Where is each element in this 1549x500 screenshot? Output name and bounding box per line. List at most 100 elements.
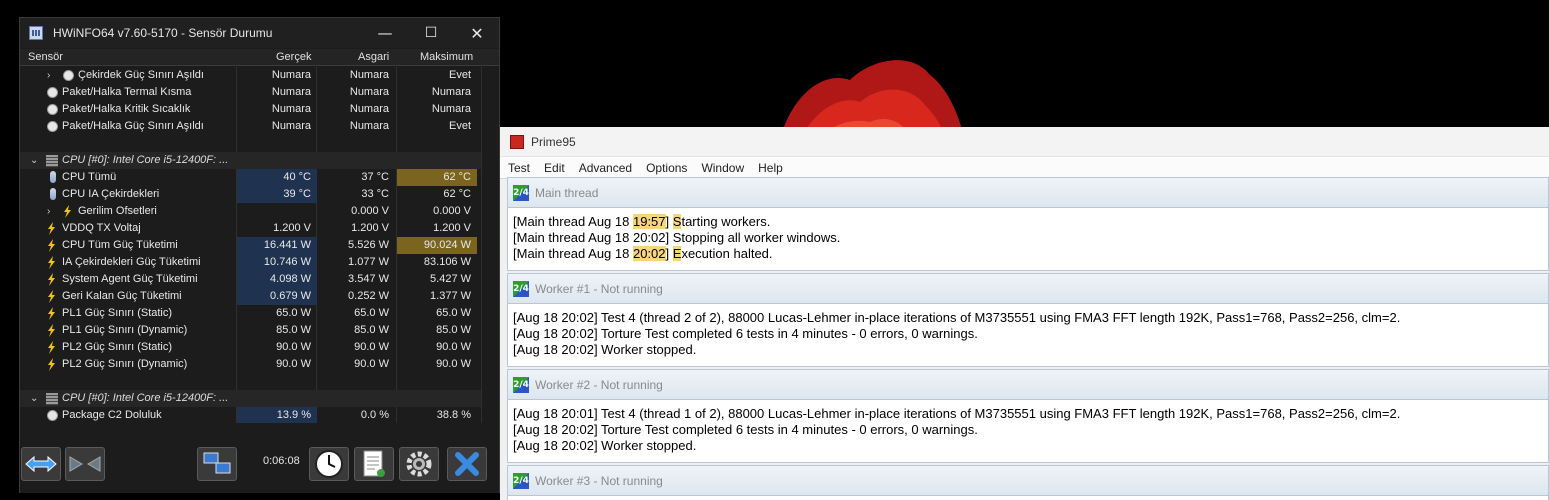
maximize-button[interactable]: ☐ — [409, 18, 453, 48]
bolt-icon — [47, 307, 56, 320]
sensor-row[interactable]: CPU Tümü 40 °C 37 °C 62 °C — [20, 169, 481, 186]
thread-window[interactable]: 2/4 Worker #2 - Not running [Aug 18 20:01]… — [507, 369, 1549, 463]
thread-icon: 2/4 — [513, 472, 529, 489]
hwinfo-titlebar[interactable]: HWiNFO64 v7.60-5170 - Sensör Durumu — ☐ … — [20, 18, 499, 48]
sensor-row[interactable]: Package C2 Doluluk 13.9 % 0.0 % 38.8 % — [20, 407, 481, 423]
report-document-icon — [363, 450, 385, 477]
menu-window[interactable]: Window — [701, 161, 744, 175]
expand-chevron-icon[interactable]: › — [47, 203, 50, 220]
collapse-arrows-button[interactable] — [65, 447, 105, 481]
column-min[interactable]: Asgari — [358, 51, 389, 63]
log-output[interactable]: [Aug 18 20:02] Test 4 (thread 1 of 2), 8… — [508, 304, 1548, 358]
sensor-row[interactable]: Paket/Halka Kritik Sıcaklık Numara Numara N… — [20, 101, 481, 118]
sensor-name: PL2 Güç Sınırı (Static) — [62, 341, 173, 353]
menu-help[interactable]: Help — [758, 161, 783, 175]
thread-window-header[interactable]: 2/4 Worker #2 - Not running — [508, 370, 1548, 400]
collapse-arrows-icon — [69, 456, 101, 472]
sensor-row[interactable]: System Agent Güç Tüketimi 4.098 W 3.547 W 5… — [20, 271, 481, 288]
sensor-min-value: 3.547 W — [348, 273, 389, 285]
expand-chevron-icon[interactable]: › — [47, 67, 50, 84]
column-current[interactable]: Gerçek — [276, 51, 311, 63]
sensor-row[interactable]: CPU Tüm Güç Tüketimi 16.441 W 5.526 W 90.02… — [20, 237, 481, 254]
log-output[interactable]: [Aug 18 20:01] Test 4 (thread 1 of 2), 8… — [508, 400, 1548, 454]
sensor-row[interactable]: › Çekirdek Güç Sınırı Aşıldı Numara Numara E… — [20, 67, 481, 84]
sensor-name: Package C2 Doluluk — [62, 409, 162, 421]
sensor-row[interactable]: CPU IA Çekirdekleri 39 °C 33 °C 62 °C — [20, 186, 481, 203]
sensor-max-value: 90.024 W — [397, 237, 477, 254]
circle-icon — [47, 104, 58, 115]
sensor-row[interactable]: Geri Kalan Güç Tüketimi 0.679 W 0.252 W 1.3… — [20, 288, 481, 305]
close-button[interactable]: ✕ — [455, 18, 499, 48]
sensor-name: Paket/Halka Kritik Sıcaklık — [62, 103, 191, 115]
sensor-row[interactable]: PL2 Güç Sınırı (Dynamic) 90.0 W 90.0 W 90.0… — [20, 356, 481, 373]
minimize-button[interactable]: — — [363, 18, 407, 48]
sensor-group-row[interactable]: ⌄ CPU [#0]: Intel Core i5-12400F: ... — [20, 390, 481, 407]
settings-button[interactable] — [399, 447, 439, 481]
sensor-name: Paket/Halka Termal Kısma — [62, 86, 192, 98]
gear-icon — [406, 451, 432, 477]
hwinfo-app-icon — [29, 26, 43, 40]
sensor-current-value: Numara — [271, 86, 311, 98]
thread-window[interactable]: 2/4 Main thread [Main thread Aug 18 19:55]… — [507, 177, 1549, 271]
menu-advanced[interactable]: Advanced — [579, 161, 632, 175]
sensor-row[interactable]: Paket/Halka Termal Kısma Numara Numara Numa… — [20, 84, 481, 101]
thread-window-header[interactable]: 2/4 Main thread — [508, 178, 1548, 208]
thread-window[interactable]: 2/4 Worker #1 - Not running [Aug 18 20:02]… — [507, 273, 1549, 367]
sensor-row[interactable]: › Gerilim Ofsetleri 0.000 V 0.000 V — [20, 203, 481, 220]
sensor-max-value: 62 °C — [397, 169, 477, 186]
sensor-max-value: 5.427 W — [430, 273, 471, 285]
circle-icon — [47, 410, 58, 421]
collapse-chevron-icon[interactable]: ⌄ — [30, 152, 38, 169]
network-computers-icon — [203, 452, 231, 474]
log-output[interactable]: [Main thread Aug 18 19:55] Optimizing fo… — [508, 208, 1548, 262]
sensor-max-value: Numara — [431, 103, 471, 115]
scrollbar[interactable] — [481, 67, 482, 423]
bolt-icon — [47, 358, 56, 371]
sensor-max-value: 1.377 W — [430, 290, 471, 302]
menu-edit[interactable]: Edit — [544, 161, 565, 175]
expand-arrows-button[interactable] — [21, 447, 61, 481]
sensor-min-value: Numara — [349, 69, 389, 81]
sensor-name: PL2 Güç Sınırı (Dynamic) — [62, 358, 188, 370]
thread-icon: 2/4 — [513, 184, 529, 201]
sensor-row[interactable]: IA Çekirdekleri Güç Tüketimi 10.746 W 1.07… — [20, 254, 481, 271]
expand-arrows-icon — [25, 455, 57, 473]
prime95-titlebar[interactable]: Prime95 — [500, 127, 1549, 157]
thread-window-header[interactable]: 2/4 Worker #1 - Not running — [508, 274, 1548, 304]
blank-row — [20, 373, 481, 390]
bolt-icon — [47, 290, 56, 303]
thread-window-header[interactable]: 2/4 Worker #3 - Not running — [508, 466, 1548, 496]
column-max[interactable]: Maksimum — [420, 51, 473, 63]
sensor-table[interactable]: › Çekirdek Güç Sınırı Aşıldı Numara Numara E… — [20, 67, 499, 423]
sensor-row[interactable]: PL1 Güç Sınırı (Static) 65.0 W 65.0 W 65.0 … — [20, 305, 481, 322]
thread-window-title: Main thread — [535, 185, 599, 200]
column-sensor[interactable]: Sensör — [28, 51, 63, 63]
bolt-icon — [47, 239, 56, 252]
prime95-window: Prime95 Test Edit Advanced Options Window Hel… — [500, 127, 1549, 500]
circle-icon — [47, 121, 58, 132]
report-button[interactable] — [354, 447, 394, 481]
log-line: [Aug 18 20:01] Test 4 (thread 1 of 2), 8… — [513, 406, 1401, 421]
sensor-row[interactable]: Paket/Halka Güç Sınırı Aşıldı Numara Numar… — [20, 118, 481, 135]
sensor-current-value: Numara — [271, 120, 311, 132]
sensor-name: IA Çekirdekleri Güç Tüketimi — [62, 256, 201, 268]
log-line: [Aug 18 20:02] Worker stopped. — [513, 438, 697, 453]
sensor-max-value: 83.106 W — [423, 256, 471, 268]
sensor-row[interactable]: VDDQ TX Voltaj 1.200 V 1.200 V 1.200 V — [20, 220, 481, 237]
log-line: [Aug 18 20:02] Worker stopped. — [513, 342, 697, 357]
sensor-row[interactable]: PL1 Güç Sınırı (Dynamic) 85.0 W 85.0 W 85.0… — [20, 322, 481, 339]
sensor-max-value: 62 °C — [443, 188, 471, 200]
menu-test[interactable]: Test — [508, 161, 530, 175]
menu-options[interactable]: Options — [646, 161, 687, 175]
sensor-min-value: 65.0 W — [354, 307, 389, 319]
thread-window[interactable]: 2/4 Worker #3 - Not running — [507, 465, 1549, 500]
network-button[interactable] — [197, 447, 237, 481]
close-sensors-button[interactable] — [447, 447, 487, 481]
collapse-chevron-icon[interactable]: ⌄ — [30, 390, 38, 407]
sensor-row[interactable]: PL2 Güç Sınırı (Static) 90.0 W 90.0 W 90.0 … — [20, 339, 481, 356]
log-line: [Main thread Aug 18 20:02] Stopping all … — [513, 230, 841, 245]
prime95-title: Prime95 — [531, 134, 576, 149]
sensor-group-row[interactable]: ⌄ CPU [#0]: Intel Core i5-12400F: ... — [20, 152, 481, 169]
clock-button[interactable] — [309, 447, 349, 481]
thread-window-title: Worker #2 - Not running — [535, 377, 663, 392]
